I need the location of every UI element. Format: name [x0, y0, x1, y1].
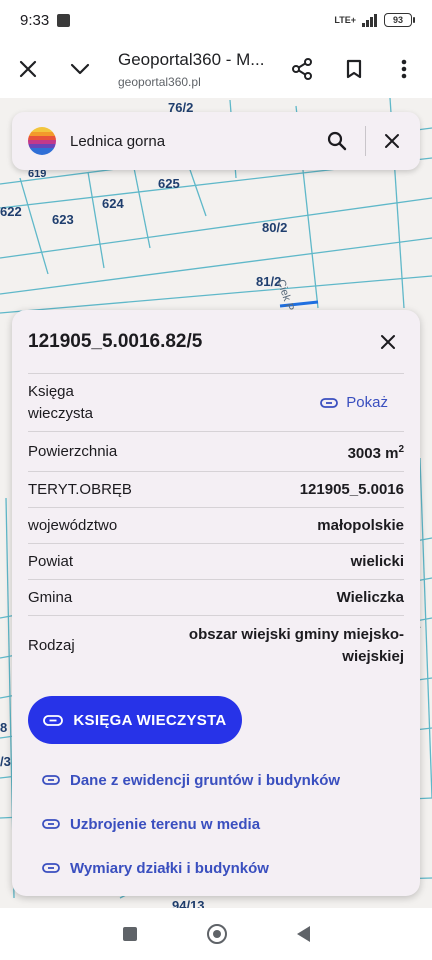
network-indicator: LTE+: [334, 14, 356, 25]
page-url: geoportal360.pl: [118, 74, 201, 89]
row-ksiega-wieczysta: Księga wieczysta Pokaż: [28, 374, 404, 432]
link-label: Uzbrojenie terenu w media: [70, 815, 261, 833]
home-icon: [212, 930, 221, 938]
status-time: 9:33: [20, 11, 50, 29]
recents-button[interactable]: [122, 927, 137, 941]
row-label: Księga wieczysta: [28, 382, 94, 422]
search-divider: [365, 126, 366, 156]
search-icon: [327, 131, 347, 151]
close-tab-button[interactable]: [10, 51, 46, 87]
link-utilities[interactable]: Uzbrojenie terenu w media: [28, 802, 404, 846]
panel-links: Dane z ewidencji gruntów i budynków Uzbr…: [28, 758, 404, 890]
signal-icon: [362, 13, 377, 27]
link-icon: [43, 714, 64, 726]
row-value: Wieliczka: [336, 588, 404, 606]
search-input[interactable]: Lednica gorna: [70, 133, 321, 150]
row-value: 3003 m2: [348, 439, 404, 465]
close-icon: [19, 60, 37, 78]
notification-icon: [57, 13, 71, 27]
close-panel-button[interactable]: [372, 326, 404, 358]
row-label: Rodzaj: [28, 637, 75, 654]
row-gmina: Gmina Wieliczka: [28, 580, 404, 616]
battery-icon: 93: [384, 13, 415, 27]
search-button[interactable]: [321, 125, 353, 157]
search-bar: Lednica gorna: [12, 112, 420, 170]
land-register-button[interactable]: KSIĘGA WIECZYSTA: [28, 696, 242, 744]
system-nav-bar: [0, 908, 432, 960]
status-indicators: LTE+ 93: [334, 13, 415, 27]
link-icon: [42, 775, 60, 785]
row-label: województwo: [28, 516, 118, 534]
link-label: Wymiary działki i budynków: [70, 859, 269, 877]
row-powiat: Powiat wielicki: [28, 544, 404, 580]
page-title: Geoportal360 - M...: [118, 49, 265, 69]
map-label-625: 625: [158, 176, 180, 191]
logo-icon: [28, 127, 56, 155]
show-land-register-link[interactable]: Pokaż: [320, 394, 388, 411]
link-label: Dane z ewidencji gruntów i budynków: [70, 771, 341, 789]
close-icon: [381, 334, 395, 349]
row-value: wielicki: [350, 552, 404, 570]
more-vert-icon: [401, 59, 407, 79]
row-value: małopolskie: [317, 516, 404, 534]
map-label-80-2: 80/2: [262, 220, 288, 235]
bookmark-button[interactable]: [336, 51, 372, 87]
row-value: 121905_5.0016: [299, 480, 404, 498]
clear-search-button[interactable]: [376, 125, 408, 157]
browser-header: Geoportal360 - M... geoportal360.pl: [0, 40, 432, 98]
status-bar: 9:33 LTE+ 93: [0, 0, 432, 40]
home-button[interactable]: [206, 924, 227, 944]
row-label: Powierzchnia: [28, 442, 118, 460]
share-button[interactable]: [284, 51, 320, 87]
row-wojewodztwo: województwo małopolskie: [28, 508, 404, 544]
row-label: TERYT.OBRĘB: [28, 480, 132, 498]
share-icon: [292, 58, 312, 80]
link-dimensions[interactable]: Wymiary działki i budynków: [28, 846, 404, 890]
map-label-624: 624: [102, 196, 124, 211]
panel-header: 121905_5.0016.82/5: [28, 310, 404, 374]
minimize-button[interactable]: [62, 51, 98, 87]
row-rodzaj: Rodzaj obszar wiejski gminy miejsko-wiej…: [28, 616, 404, 676]
show-link-label: Pokaż: [346, 394, 388, 411]
row-teryt: TERYT.OBRĘB 121905_5.0016: [28, 472, 404, 508]
link-icon: [42, 863, 60, 873]
row-powierzchnia: Powierzchnia 3003 m2: [28, 432, 404, 472]
page-title-area: Geoportal360 - M... geoportal360.pl: [118, 50, 276, 89]
more-options-button[interactable]: [386, 51, 422, 87]
battery-level: 93: [392, 15, 403, 25]
link-icon: [320, 397, 339, 408]
back-button[interactable]: [296, 926, 310, 942]
row-value: obszar wiejski gminy miejsko-wiejskiej: [188, 626, 404, 665]
area-unit-exponent: 2: [398, 443, 404, 455]
parcel-id-title: 121905_5.0016.82/5: [28, 330, 203, 352]
area-value: 3003 m: [347, 444, 399, 462]
map-label-8: 8: [0, 720, 8, 735]
bookmark-icon: [346, 59, 362, 79]
map-label-622: 622: [0, 204, 22, 219]
link-icon: [42, 819, 60, 829]
map-label-94-13: 94/13: [172, 898, 205, 908]
map-label-3: /3: [0, 754, 11, 769]
chevron-down-icon: [70, 63, 90, 75]
row-label: Powiat: [28, 552, 74, 570]
row-label: Gmina: [28, 588, 73, 606]
map-label-623: 623: [52, 212, 74, 227]
land-register-button-label: KSIĘGA WIECZYSTA: [73, 711, 227, 729]
parcel-info-panel: 121905_5.0016.82/5 Księga wieczysta Poka…: [12, 310, 420, 896]
link-land-records[interactable]: Dane z ewidencji gruntów i budynków: [28, 758, 404, 802]
close-icon: [385, 134, 399, 148]
